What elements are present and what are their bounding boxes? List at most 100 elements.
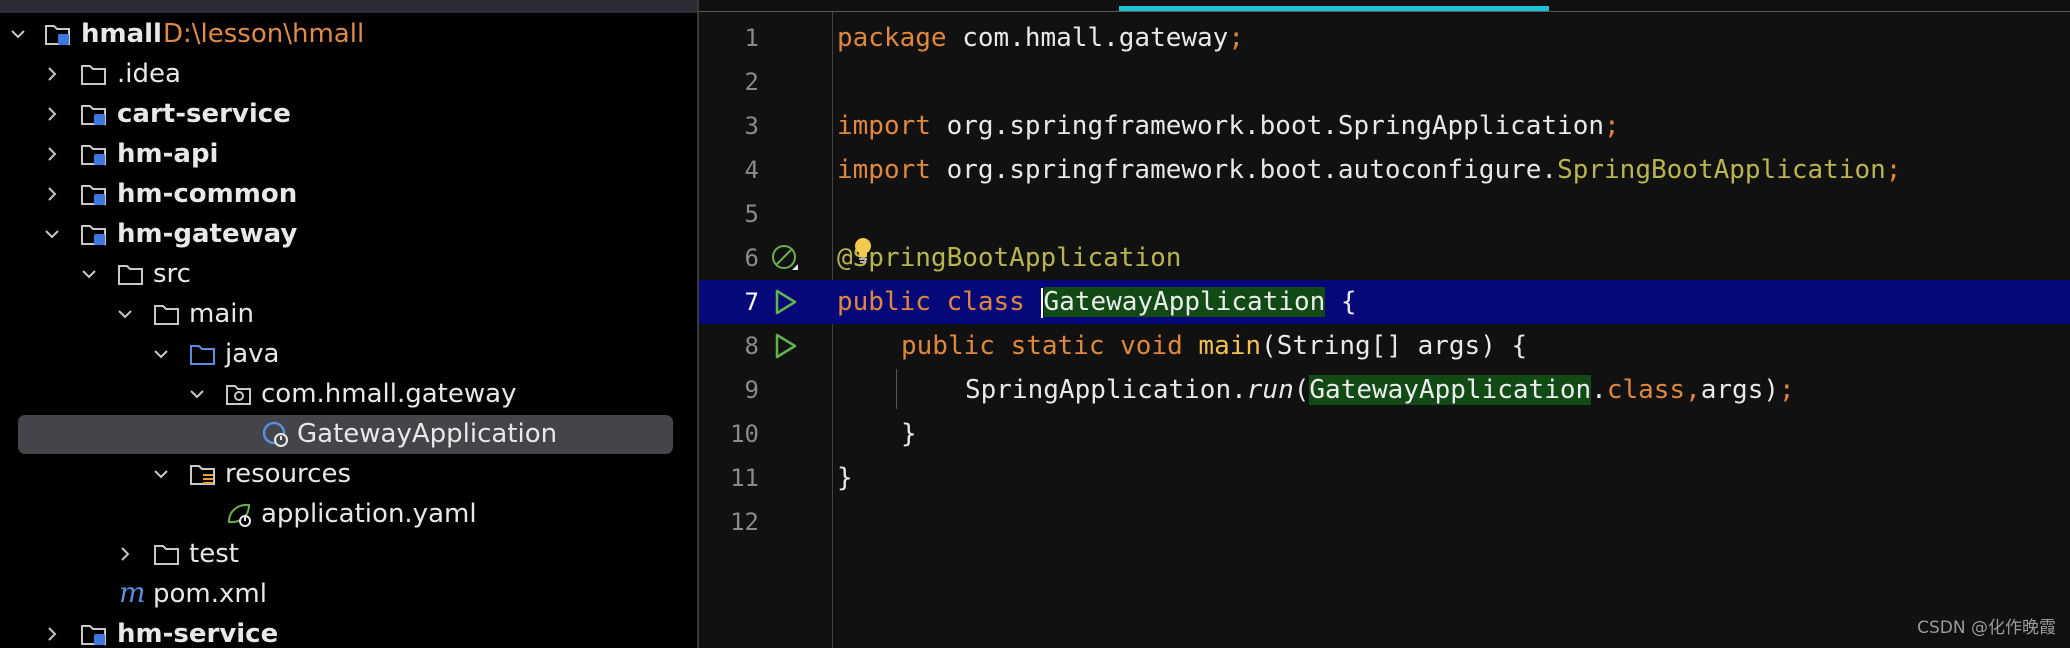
text-caret: [1040, 287, 1043, 318]
code-line-6[interactable]: 6 @SpringBootApplication: [699, 236, 2070, 280]
project-tree-panel: hmall D:\lesson\hmall .idea cart-service…: [0, 0, 697, 648]
chevron-down-icon[interactable]: [44, 226, 60, 242]
method-call: run: [1246, 375, 1294, 405]
project-path: D:\lesson\hmall: [163, 19, 365, 49]
line-number: 2: [744, 68, 759, 96]
tree-item-cart-service[interactable]: cart-service: [0, 94, 697, 134]
tree-item-application-yaml[interactable]: application.yaml: [0, 494, 697, 534]
semicolon: ;: [1604, 111, 1620, 141]
code-line-2[interactable]: 2: [699, 60, 2070, 104]
run-gutter-icon[interactable]: [771, 332, 799, 360]
chevron-down-icon[interactable]: [189, 386, 205, 402]
tree-item-hm-service[interactable]: hm-service: [0, 614, 697, 648]
code-line-11[interactable]: 11 }: [699, 456, 2070, 500]
comma: ,: [1685, 375, 1701, 405]
chevron-down-icon[interactable]: [117, 306, 133, 322]
semicolon: ;: [1779, 375, 1795, 405]
chevron-right-icon[interactable]: [44, 186, 60, 202]
tree-item-label: application.yaml: [261, 499, 477, 529]
keyword: import: [837, 111, 931, 141]
tree-item-hm-gateway[interactable]: hm-gateway: [0, 214, 697, 254]
module-folder-icon: [81, 185, 106, 205]
spring-boot-class-icon: [262, 421, 288, 447]
chevron-down-icon[interactable]: [10, 26, 26, 42]
chevron-down-icon[interactable]: [153, 466, 169, 482]
module-folder-icon: [81, 145, 106, 165]
chevron-right-icon[interactable]: [117, 546, 133, 562]
chevron-right-icon[interactable]: [44, 106, 60, 122]
tree-item-hmall[interactable]: hmall D:\lesson\hmall: [0, 14, 697, 54]
chevron-right-icon[interactable]: [44, 66, 60, 82]
code-line-7[interactable]: 7 public class GatewayApplication {: [699, 280, 2070, 324]
tree-item-src[interactable]: src: [0, 254, 697, 294]
keyword: package: [837, 23, 947, 53]
folder-icon: [118, 265, 143, 285]
module-folder-icon: [81, 105, 106, 125]
tree-item-label: main: [189, 299, 254, 329]
tree-item-label: hm-service: [117, 619, 279, 648]
tree-item-main[interactable]: main: [0, 294, 697, 334]
folder-icon: [154, 545, 179, 565]
tree-item-java[interactable]: java: [0, 334, 697, 374]
code-line-9[interactable]: 9 SpringApplication.run(GatewayApplicati…: [699, 368, 2070, 412]
annotation: @SpringBootApplication: [837, 243, 1182, 273]
code-line-10[interactable]: 10 }: [699, 412, 2070, 456]
code-text: public static void main(String[] args) {: [901, 329, 1527, 363]
tree-item-label: GatewayApplication: [297, 419, 558, 449]
code-text: }: [901, 419, 917, 449]
chevron-right-icon[interactable]: [44, 626, 60, 642]
code-line-8[interactable]: 8 public static void main(String[] args)…: [699, 324, 2070, 368]
tree-item-package[interactable]: com.hmall.gateway: [0, 374, 697, 414]
tree-item-label: .idea: [117, 59, 181, 89]
code-text: import org.springframework.boot.autoconf…: [837, 153, 1901, 187]
code-line-1[interactable]: 1 package com.hmall.gateway;: [699, 16, 2070, 60]
code-line-5[interactable]: 5: [699, 192, 2070, 236]
tree-item-hm-api[interactable]: hm-api: [0, 134, 697, 174]
line-number: 8: [744, 332, 759, 360]
tree-item-pom-xml[interactable]: m pom.xml: [0, 574, 697, 614]
line-number: 6: [744, 244, 759, 272]
code-text: }: [837, 463, 853, 493]
semicolon: ;: [1228, 23, 1244, 53]
code-line-12[interactable]: 12: [699, 500, 2070, 544]
tree-item-label: com.hmall.gateway: [261, 379, 517, 409]
chevron-right-icon[interactable]: [44, 146, 60, 162]
package-icon: [226, 385, 251, 405]
keyword: public class: [837, 287, 1041, 317]
module-folder-icon: [81, 225, 106, 245]
tree-item-label: test: [189, 539, 239, 569]
lightbulb-icon[interactable]: [851, 236, 875, 266]
chevron-down-icon[interactable]: [153, 346, 169, 362]
tree-item-idea[interactable]: .idea: [0, 54, 697, 94]
tree-item-label: hmall: [81, 19, 162, 49]
paren: (: [1293, 375, 1310, 405]
maven-icon: m: [119, 580, 146, 608]
code-text: @SpringBootApplication: [837, 241, 1181, 275]
tree-item-gateway-application[interactable]: GatewayApplication: [0, 414, 697, 454]
tab-bar-border: [699, 11, 2070, 12]
line-number: 5: [744, 200, 759, 228]
tree-item-resources[interactable]: resources: [0, 454, 697, 494]
tree-item-label: src: [153, 259, 191, 289]
panel-top-strip: [0, 0, 697, 13]
semicolon: ;: [1885, 155, 1902, 185]
code-editor[interactable]: 1 package com.hmall.gateway; 2 3 import …: [699, 0, 2070, 648]
line-number: 4: [744, 156, 759, 184]
brace: {: [1325, 287, 1357, 317]
keyword: import: [837, 155, 931, 185]
code-text: import org.springframework.boot.SpringAp…: [837, 109, 1620, 143]
code-line-3[interactable]: 3 import org.springframework.boot.Spring…: [699, 104, 2070, 148]
tree-item-hm-common[interactable]: hm-common: [0, 174, 697, 214]
import-path: org.springframework.boot.SpringApplicati…: [930, 111, 1605, 141]
parameters: (String[] args) {: [1261, 331, 1528, 361]
folder-icon: [81, 65, 106, 85]
spring-bean-gutter-icon[interactable]: [771, 244, 799, 272]
object-ref: SpringApplication.: [965, 375, 1247, 405]
tree-item-test[interactable]: test: [0, 534, 697, 574]
code-line-4[interactable]: 4 import org.springframework.boot.autoco…: [699, 148, 2070, 192]
run-gutter-icon[interactable]: [771, 288, 799, 316]
method-name: main: [1198, 331, 1262, 361]
indent-guide: [896, 369, 897, 409]
chevron-down-icon[interactable]: [81, 266, 97, 282]
line-number: 7: [744, 288, 759, 316]
